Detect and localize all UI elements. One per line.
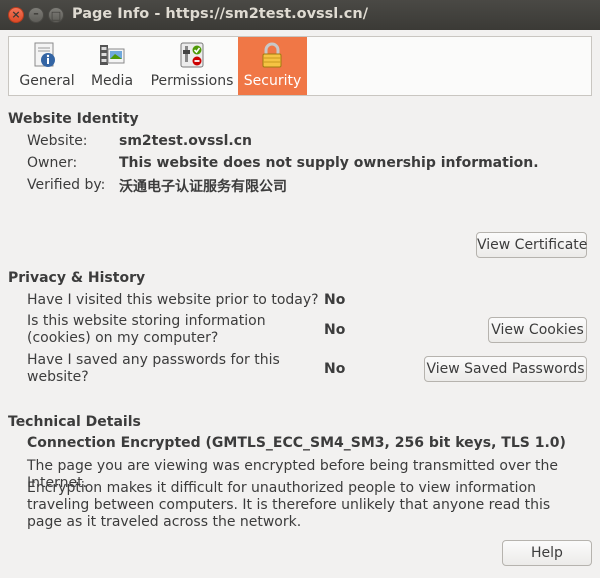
view-saved-passwords-button[interactable]: View Saved Passwords (424, 356, 587, 382)
verified-by-label: Verified by: (27, 177, 106, 193)
verified-by-value: 沃通电子认证服务有限公司 (119, 179, 287, 195)
website-label: Website: (27, 133, 88, 149)
media-film-icon (100, 45, 125, 65)
tab-general[interactable]: General (11, 37, 83, 95)
tab-label-general: General (19, 73, 75, 89)
info-page-icon (34, 42, 55, 67)
website-identity-heading: Website Identity (8, 111, 139, 127)
maximize-window-button[interactable]: □ (48, 7, 64, 23)
cookies-answer: No (324, 322, 346, 338)
visited-before-question: Have I visited this website prior to tod… (27, 292, 319, 308)
website-value: sm2test.ovssl.cn (119, 133, 252, 149)
window-title: Page Info - https://sm2test.ovssl.cn/ (72, 6, 369, 22)
page-info-tabbar: General Media Permissions Security (8, 36, 592, 96)
padlock-icon (262, 42, 282, 68)
owner-label: Owner: (27, 155, 78, 171)
encryption-explanation-text: Encryption makes it difficult for unauth… (27, 480, 551, 530)
owner-value: This website does not supply ownership i… (119, 155, 539, 171)
tab-media[interactable]: Media (85, 37, 139, 95)
tab-security[interactable]: Security (238, 37, 307, 95)
tab-permissions[interactable]: Permissions (147, 37, 237, 95)
tab-label-media: Media (90, 73, 134, 89)
permissions-toggle-icon (180, 42, 204, 68)
connection-encrypted-text: Connection Encrypted (GMTLS_ECC_SM4_SM3,… (27, 435, 566, 451)
saved-passwords-question: Have I saved any passwords for this webs… (27, 352, 280, 385)
view-cookies-button[interactable]: View Cookies (488, 317, 587, 343)
title-bar: × – □ Page Info - https://sm2test.ovssl.… (0, 0, 600, 30)
technical-details-heading: Technical Details (8, 414, 141, 430)
tab-label-permissions: Permissions (150, 73, 234, 89)
visited-before-answer: No (324, 292, 346, 308)
minimize-window-button[interactable]: – (28, 7, 44, 23)
help-button[interactable]: Help (502, 540, 592, 566)
close-window-button[interactable]: × (8, 7, 24, 23)
saved-passwords-answer: No (324, 361, 346, 377)
tab-label-security: Security (243, 73, 302, 89)
cookies-question: Is this website storing information (coo… (27, 313, 266, 346)
privacy-history-heading: Privacy & History (8, 270, 146, 286)
view-certificate-button[interactable]: View Certificate (476, 232, 587, 258)
